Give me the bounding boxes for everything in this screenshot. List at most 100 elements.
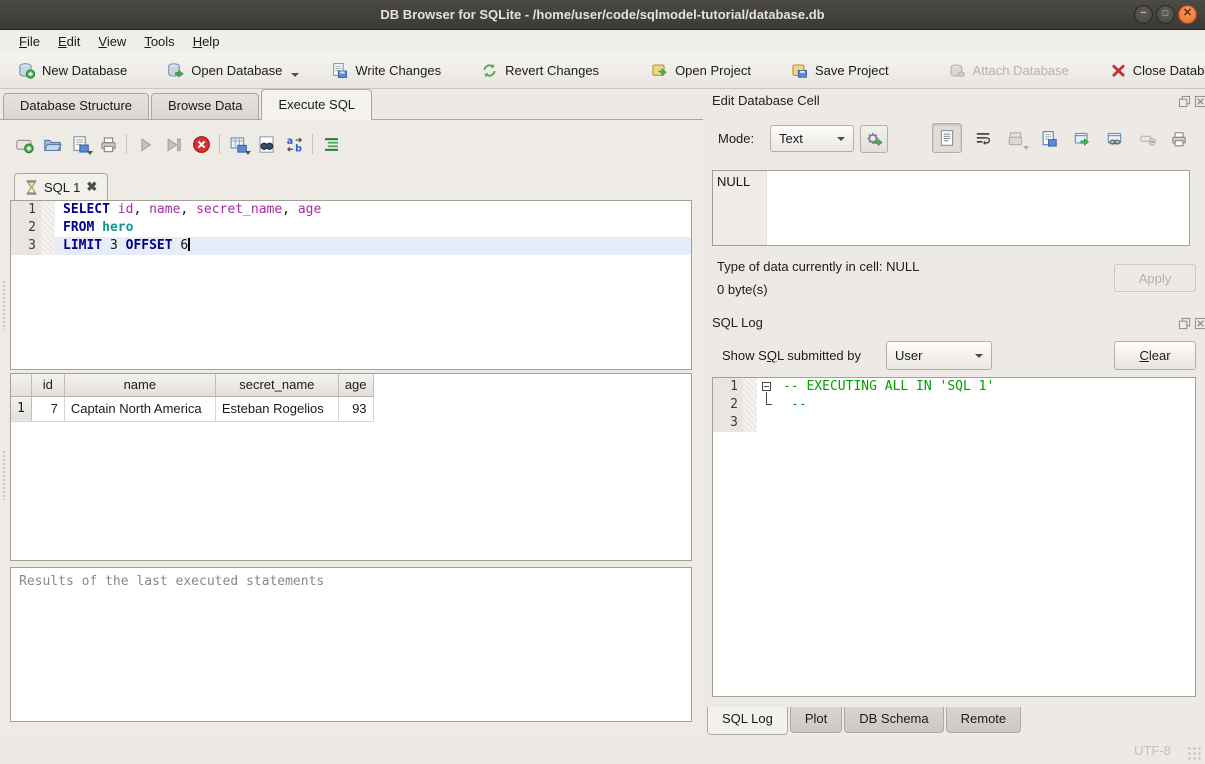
print-sql-button[interactable] [94, 131, 122, 157]
menu-help[interactable]: Help [184, 32, 229, 51]
close-sql-tab-icon[interactable]: ✖ [86, 179, 97, 195]
set-null-button[interactable] [1134, 126, 1162, 152]
open-external-button[interactable] [1068, 126, 1096, 152]
splitter-handle[interactable] [2, 450, 7, 500]
line-number: 2 [713, 396, 743, 414]
column-header-name[interactable]: name [64, 374, 215, 396]
menu-file[interactable]: File [10, 32, 49, 51]
close-dock-icon[interactable] [1194, 95, 1205, 108]
dock-tab-plot[interactable]: Plot [790, 707, 842, 733]
close-button[interactable]: ✕ [1178, 5, 1197, 24]
execute-sql-button[interactable] [131, 131, 159, 157]
tab-browse-data[interactable]: Browse Data [151, 93, 259, 120]
link-icon [1106, 130, 1124, 148]
cell-age[interactable]: 93 [338, 396, 373, 421]
save-project-label: Save Project [815, 63, 889, 78]
column-header-age[interactable]: age [338, 374, 373, 396]
splitter-handle[interactable] [2, 280, 7, 330]
export-cell-data-button[interactable] [1035, 126, 1063, 152]
clear-log-button[interactable]: Clear [1114, 341, 1196, 370]
encoding-indicator: UTF-8 [1134, 743, 1171, 758]
cell-id[interactable]: 7 [31, 396, 64, 421]
revert-changes-button[interactable]: Revert Changes [473, 57, 607, 84]
sql-log-view[interactable]: 1-- EXECUTING ALL IN 'SQL 1' 2-- 3 [712, 377, 1196, 697]
open-in-app-icon [1073, 130, 1091, 148]
open-project-button[interactable]: Open Project [643, 57, 759, 84]
results-message-box[interactable]: Results of the last executed statements [10, 567, 692, 722]
menu-edit[interactable]: Edit [49, 32, 89, 51]
print-cell-button[interactable] [1165, 126, 1193, 152]
tab-execute-sql[interactable]: Execute SQL [261, 89, 372, 120]
grid-data-row: 1 7 Captain North America Esteban Rogeli… [11, 396, 373, 421]
float-dock-icon[interactable] [1178, 317, 1191, 330]
resize-grip[interactable] [1187, 746, 1201, 760]
log-filter-select[interactable]: User [886, 341, 992, 370]
open-project-icon [651, 62, 668, 79]
minimize-button[interactable]: − [1134, 5, 1153, 24]
titlebar[interactable]: DB Browser for SQLite - /home/user/code/… [0, 0, 1205, 30]
format-sql-button[interactable] [317, 131, 345, 157]
find-button[interactable] [252, 131, 280, 157]
attach-database-icon [949, 62, 966, 79]
dock-tab-sql-log[interactable]: SQL Log [707, 707, 788, 735]
save-file-dropdown-icon[interactable] [87, 151, 93, 155]
attach-database-button[interactable]: Attach Database [941, 57, 1077, 84]
log-filter-label: Show SQL submitted by [722, 348, 861, 363]
svg-text:b: b [295, 143, 302, 153]
open-sql-file-button[interactable] [38, 131, 66, 157]
revert-changes-label: Revert Changes [505, 63, 599, 78]
stop-execution-button[interactable] [187, 131, 215, 157]
mode-select[interactable]: Text [770, 125, 854, 152]
print-icon [1170, 130, 1188, 148]
stop-icon [192, 135, 211, 154]
import-cell-data-button[interactable] [1002, 126, 1030, 152]
cell-name[interactable]: Captain North America [64, 396, 215, 421]
dock-tab-remote[interactable]: Remote [946, 707, 1022, 733]
dock-tab-db-schema[interactable]: DB Schema [844, 707, 943, 733]
word-wrap-button[interactable] [969, 126, 997, 152]
print-icon [99, 135, 118, 154]
replace-button[interactable]: ab [280, 131, 308, 157]
revert-changes-icon [481, 62, 498, 79]
sql-doc-tab[interactable]: SQL 1 ✖ [14, 173, 108, 200]
column-header-secret-name[interactable]: secret_name [215, 374, 338, 396]
save-sql-file-button[interactable] [66, 131, 94, 157]
cell-value-editor[interactable]: NULL [712, 170, 1190, 246]
open-project-label: Open Project [675, 63, 751, 78]
cell-secret-name[interactable]: Esteban Rogelios [215, 396, 338, 421]
write-changes-label: Write Changes [355, 63, 441, 78]
open-sql-tab-button[interactable] [10, 131, 38, 157]
write-changes-button[interactable]: Write Changes [323, 57, 449, 84]
results-grid[interactable]: id name secret_name age 1 7 Captain Nort… [10, 373, 692, 561]
sql-editor[interactable]: 1SELECT id, name, secret_name, age 2FROM… [10, 200, 692, 370]
sql-toolbar-separator [126, 134, 127, 154]
sql-log-dock-title: SQL Log [712, 315, 763, 330]
new-database-button[interactable]: New Database [10, 57, 135, 84]
export-results-button[interactable] [224, 131, 252, 157]
apply-button[interactable]: Apply [1114, 264, 1196, 292]
grid-corner[interactable] [11, 374, 31, 396]
fold-marker-icon[interactable] [762, 382, 771, 391]
maximize-button[interactable]: □ [1156, 5, 1175, 24]
menu-tools[interactable]: Tools [135, 32, 183, 51]
open-file-icon [43, 135, 62, 154]
editor-line-current: 3LIMIT 3 OFFSET 6 [11, 237, 691, 255]
row-header[interactable]: 1 [11, 396, 31, 421]
tab-database-structure[interactable]: Database Structure [3, 93, 149, 120]
open-database-dropdown-icon[interactable] [291, 73, 299, 77]
menu-view[interactable]: View [89, 32, 135, 51]
float-dock-icon[interactable] [1178, 95, 1191, 108]
auto-mode-button[interactable] [860, 125, 888, 153]
close-database-button[interactable]: Close Database [1103, 58, 1205, 83]
close-dock-icon[interactable] [1194, 317, 1205, 330]
export-results-dropdown-icon[interactable] [245, 151, 251, 155]
cell-value: NULL [717, 174, 750, 189]
format-sql-icon [322, 135, 341, 154]
text-view-button[interactable] [932, 123, 962, 153]
copy-link-button[interactable] [1101, 126, 1129, 152]
open-database-button[interactable]: Open Database [159, 57, 307, 84]
save-project-button[interactable]: Save Project [783, 57, 897, 84]
column-header-id[interactable]: id [31, 374, 64, 396]
menubar: File Edit View Tools Help [0, 30, 1205, 53]
execute-current-line-button[interactable] [159, 131, 187, 157]
